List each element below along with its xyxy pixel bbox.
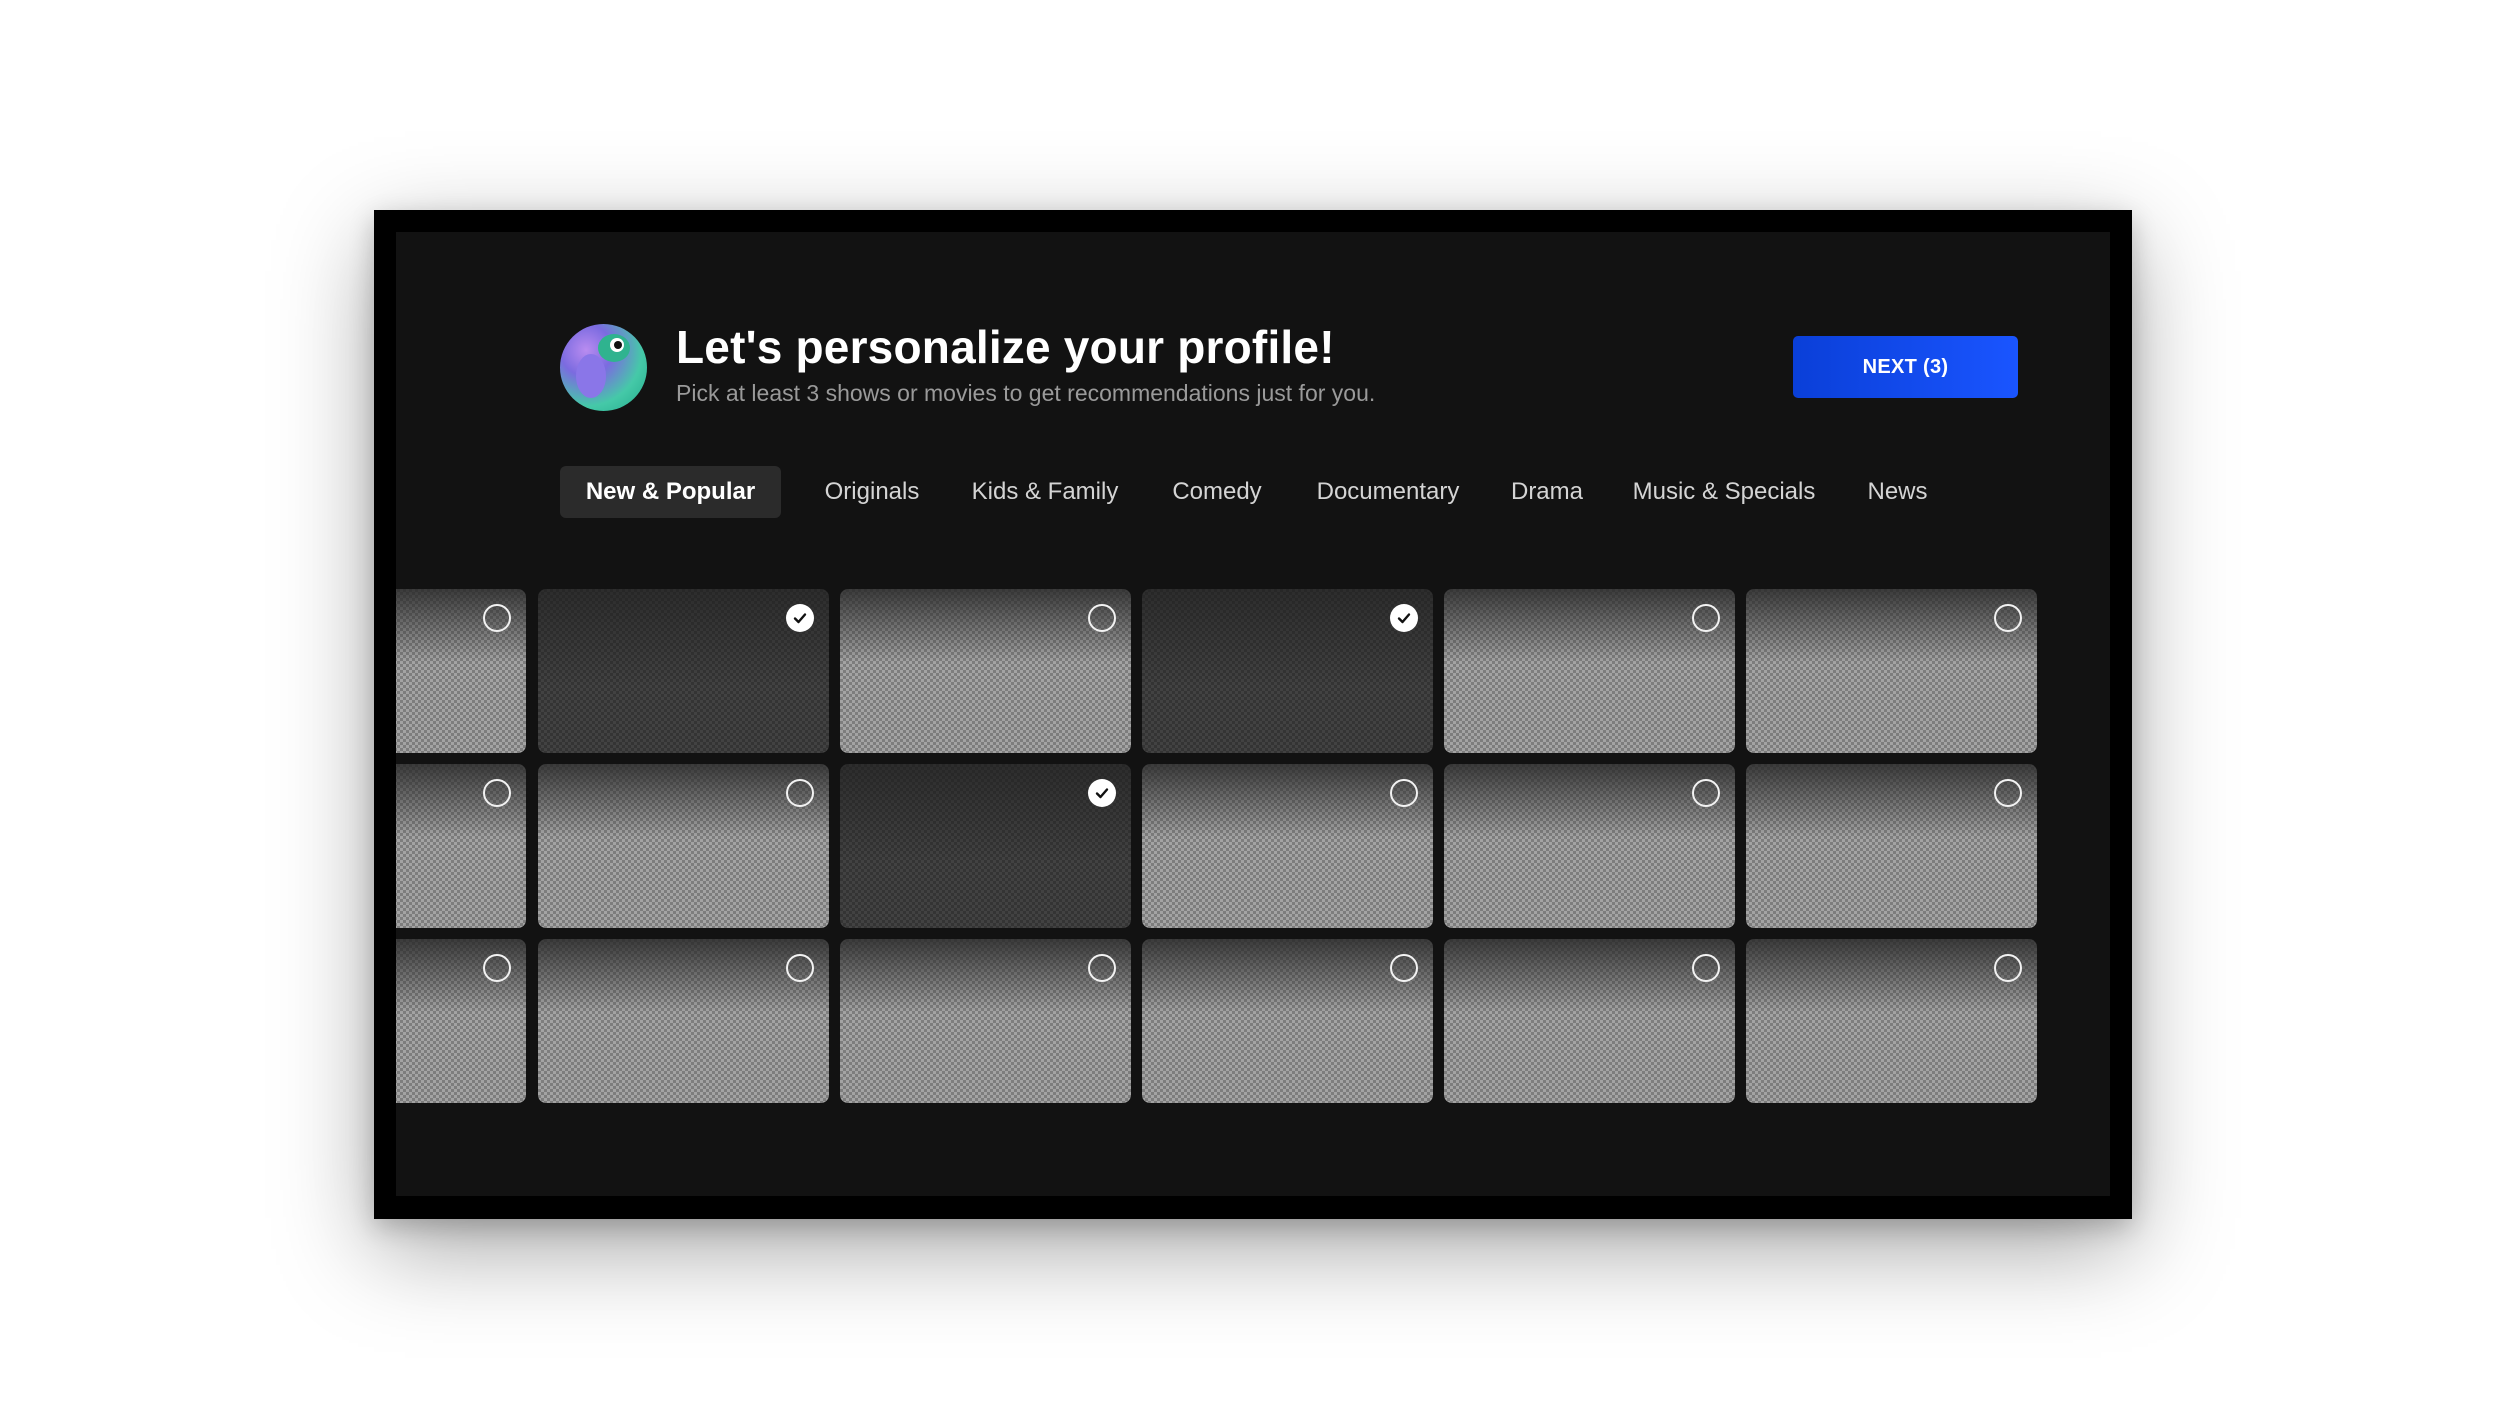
tab-music-specials[interactable]: Music & Specials xyxy=(1626,466,1822,518)
title-card[interactable] xyxy=(538,589,829,753)
title-card[interactable] xyxy=(840,764,1131,928)
unselected-circle-icon xyxy=(1390,954,1418,982)
tab-new-popular[interactable]: New & Popular xyxy=(560,466,781,518)
checkmark-icon xyxy=(1088,779,1116,807)
title-card[interactable] xyxy=(840,939,1131,1103)
title-card[interactable] xyxy=(1444,589,1735,753)
tab-news[interactable]: News xyxy=(1860,466,1935,518)
page-title: Let's personalize your profile! xyxy=(676,321,1335,373)
unselected-circle-icon xyxy=(1994,954,2022,982)
checkmark-icon xyxy=(1390,604,1418,632)
title-card[interactable] xyxy=(1142,589,1433,753)
title-card[interactable] xyxy=(396,589,526,753)
tab-kids-family[interactable]: Kids & Family xyxy=(965,466,1125,518)
unselected-circle-icon xyxy=(1692,604,1720,632)
title-card[interactable] xyxy=(1444,764,1735,928)
parrot-avatar-icon xyxy=(560,324,647,411)
title-card[interactable] xyxy=(840,589,1131,753)
unselected-circle-icon xyxy=(1692,954,1720,982)
tab-documentary[interactable]: Documentary xyxy=(1308,466,1468,518)
title-card[interactable] xyxy=(1142,764,1433,928)
title-card[interactable] xyxy=(1746,589,2037,753)
tab-originals[interactable]: Originals xyxy=(817,466,927,518)
title-card[interactable] xyxy=(1142,939,1433,1103)
page-subtitle: Pick at least 3 shows or movies to get r… xyxy=(676,380,1376,406)
tv-frame: Let's personalize your profile! Pick at … xyxy=(374,210,2132,1219)
tab-comedy[interactable]: Comedy xyxy=(1164,466,1270,518)
unselected-circle-icon xyxy=(483,604,511,632)
unselected-circle-icon xyxy=(1994,604,2022,632)
unselected-circle-icon xyxy=(1390,779,1418,807)
tab-drama[interactable]: Drama xyxy=(1506,466,1588,518)
title-card[interactable] xyxy=(396,764,526,928)
title-card[interactable] xyxy=(538,939,829,1103)
title-card[interactable] xyxy=(396,939,526,1103)
tv-screen: Let's personalize your profile! Pick at … xyxy=(396,232,2110,1196)
checkmark-icon xyxy=(786,604,814,632)
title-card[interactable] xyxy=(538,764,829,928)
unselected-circle-icon xyxy=(483,954,511,982)
unselected-circle-icon xyxy=(1994,779,2022,807)
unselected-circle-icon xyxy=(786,954,814,982)
unselected-circle-icon xyxy=(1692,779,1720,807)
unselected-circle-icon xyxy=(1088,604,1116,632)
unselected-circle-icon xyxy=(786,779,814,807)
unselected-circle-icon xyxy=(1088,954,1116,982)
title-card[interactable] xyxy=(1746,764,2037,928)
title-grid xyxy=(396,589,2110,1103)
title-card[interactable] xyxy=(1746,939,2037,1103)
unselected-circle-icon xyxy=(483,779,511,807)
title-card[interactable] xyxy=(1444,939,1735,1103)
next-button[interactable]: NEXT (3) xyxy=(1793,336,2018,398)
